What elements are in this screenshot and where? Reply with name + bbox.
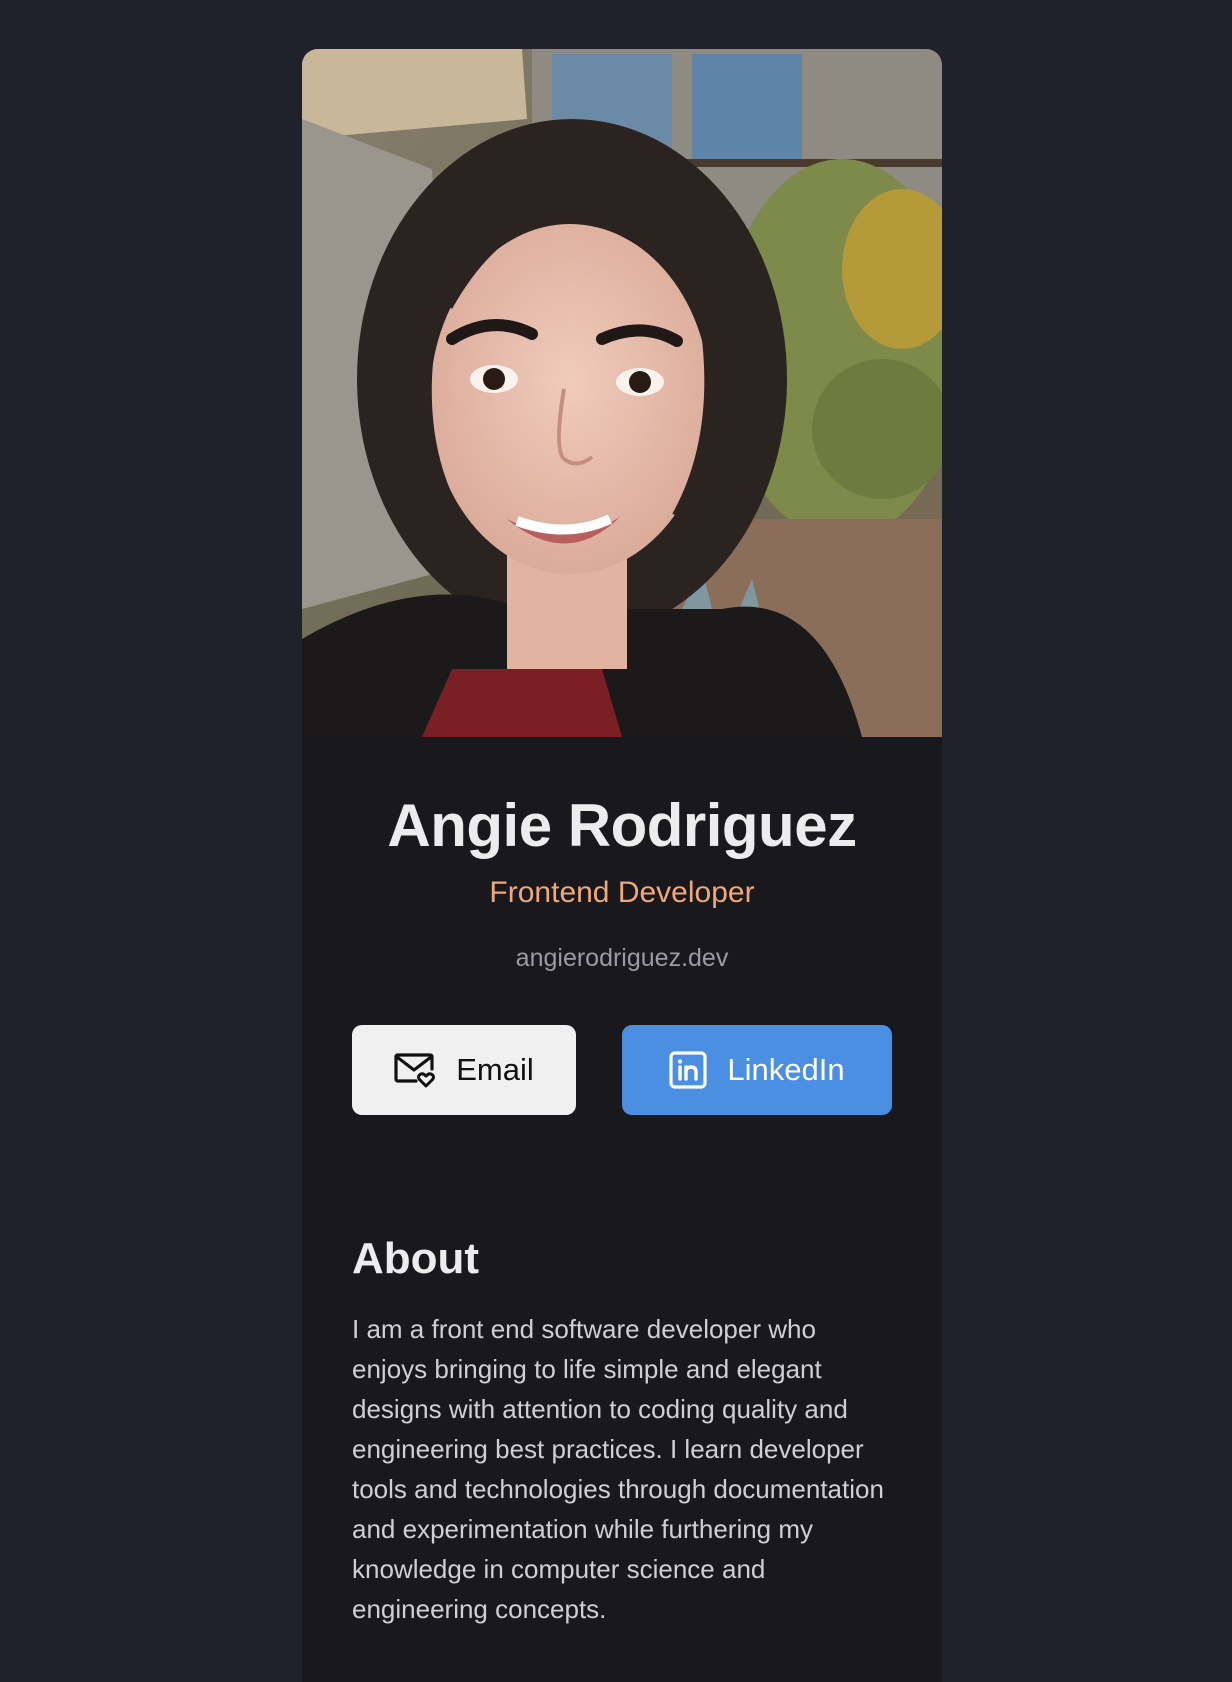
profile-photo bbox=[302, 49, 942, 737]
email-button[interactable]: Email bbox=[352, 1025, 576, 1115]
about-heading: About bbox=[352, 1234, 480, 1283]
profile-card: Angie Rodriguez Frontend Developer angie… bbox=[302, 49, 942, 1682]
about-section: About I am a front end software develope… bbox=[352, 1234, 897, 1629]
profile-info: Angie Rodriguez Frontend Developer angie… bbox=[302, 737, 942, 973]
contact-buttons: Email LinkedIn bbox=[352, 1025, 892, 1115]
linkedin-icon bbox=[669, 1051, 707, 1089]
linkedin-button-label: LinkedIn bbox=[727, 1052, 845, 1087]
about-text: I am a front end software developer who … bbox=[352, 1314, 884, 1625]
linkedin-button[interactable]: LinkedIn bbox=[622, 1025, 892, 1115]
profile-website-link[interactable]: angierodriguez.dev bbox=[302, 943, 942, 973]
profile-photo-illustration bbox=[302, 49, 942, 737]
envelope-heart-icon bbox=[394, 1051, 436, 1089]
profile-name: Angie Rodriguez bbox=[387, 792, 857, 859]
profile-title: Frontend Developer bbox=[489, 876, 755, 909]
email-button-label: Email bbox=[456, 1052, 534, 1087]
